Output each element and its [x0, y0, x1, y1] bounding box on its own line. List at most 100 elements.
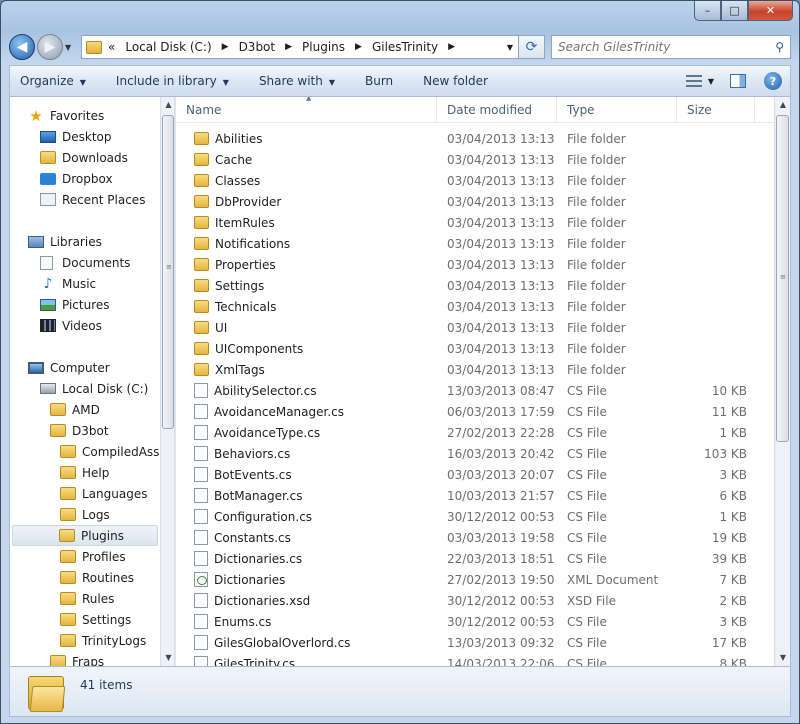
file-name: Dictionaries	[214, 572, 286, 587]
nav-routines[interactable]: Routines	[60, 567, 134, 588]
file-row[interactable]: Enums.cs 30/12/2012 00:53 CS File 3 KB	[176, 611, 774, 632]
breadcrumb-d3bot[interactable]: D3bot ▶	[239, 40, 292, 54]
back-button[interactable]: ◀	[9, 34, 35, 60]
preview-pane-icon[interactable]	[730, 74, 746, 88]
nav-favorites[interactable]: ★ Favorites	[28, 105, 104, 126]
file-row[interactable]: XmlTags 03/04/2013 13:13 File folder	[176, 359, 774, 380]
new-folder-button[interactable]: New folder	[423, 74, 488, 88]
file-row[interactable]: Abilities 03/04/2013 13:13 File folder	[176, 128, 774, 149]
nav-languages[interactable]: Languages	[60, 483, 147, 504]
search-icon[interactable]: ⚲	[775, 40, 784, 54]
nav-trinitylogs[interactable]: TrinityLogs	[60, 630, 146, 651]
file-row[interactable]: GilesTrinity.cs 14/03/2013 22:06 CS File 8 …	[176, 653, 774, 666]
scroll-down-arrow[interactable]: ▼	[161, 650, 176, 666]
nav-profiles[interactable]: Profiles	[60, 546, 126, 567]
file-row[interactable]: Notifications 03/04/2013 13:13 File folder	[176, 233, 774, 254]
nav-local-disk[interactable]: Local Disk (C:)	[40, 378, 148, 399]
column-header-size[interactable]: Size	[677, 97, 755, 123]
chevron-right-icon[interactable]: ▶	[448, 42, 455, 52]
file-row[interactable]: UIComponents 03/04/2013 13:13 File folder	[176, 338, 774, 359]
file-row[interactable]: GilesGlobalOverlord.cs 13/03/2013 09:32 CS…	[176, 632, 774, 653]
file-row[interactable]: Properties 03/04/2013 13:13 File folder	[176, 254, 774, 275]
file-row[interactable]: Technicals 03/04/2013 13:13 File folder	[176, 296, 774, 317]
include-in-library-button[interactable]: Include in library ▼	[116, 74, 229, 88]
address-dropdown[interactable]: ▼	[502, 43, 518, 52]
file-row[interactable]: BotManager.cs 10/03/2013 21:57 CS File 6 KB	[176, 485, 774, 506]
breadcrumb-gilestrinity[interactable]: GilesTrinity ▶	[372, 40, 455, 54]
nav-d3bot[interactable]: D3bot	[50, 420, 109, 441]
nav-recent-places[interactable]: Recent Places	[40, 189, 145, 210]
breadcrumb-plugins[interactable]: Plugins ▶	[302, 40, 362, 54]
recent-pages-dropdown[interactable]: ▼	[65, 43, 77, 52]
nav-fraps[interactable]: Fraps	[50, 651, 104, 666]
file-row[interactable]: Dictionaries.cs 22/03/2013 18:51 CS File 39…	[176, 548, 774, 569]
organize-button[interactable]: Organize ▼	[20, 74, 86, 88]
close-button[interactable]: ✕	[748, 1, 793, 21]
column-header-type[interactable]: Type	[557, 97, 677, 123]
nav-documents[interactable]: Documents	[40, 252, 130, 273]
scroll-down-arrow[interactable]: ▼	[775, 650, 791, 666]
nav-desktop[interactable]: Desktop	[40, 126, 112, 147]
scroll-thumb[interactable]: ≡	[162, 115, 174, 429]
chevron-right-icon[interactable]: ▶	[355, 42, 362, 52]
forward-button[interactable]: ▶	[37, 34, 63, 60]
nav-scrollbar[interactable]: ▲ ≡ ▼	[160, 97, 175, 666]
nav-pictures[interactable]: Pictures	[40, 294, 110, 315]
maximize-button[interactable]: □	[721, 1, 748, 21]
file-icon	[194, 614, 208, 629]
breadcrumb-local-disk[interactable]: Local Disk (C:) ▶	[125, 40, 228, 54]
file-row[interactable]: Settings 03/04/2013 13:13 File folder	[176, 275, 774, 296]
nav-rules[interactable]: Rules	[60, 588, 114, 609]
folder-icon	[50, 424, 66, 437]
file-row[interactable]: AvoidanceType.cs 27/02/2013 22:28 CS File 1…	[176, 422, 774, 443]
views-icon[interactable]	[685, 75, 702, 87]
file-row[interactable]: UI 03/04/2013 13:13 File folder	[176, 317, 774, 338]
file-row[interactable]: ItemRules 03/04/2013 13:13 File folder	[176, 212, 774, 233]
minimize-button[interactable]: –	[694, 1, 721, 21]
file-row[interactable]: Cache 03/04/2013 13:13 File folder	[176, 149, 774, 170]
scroll-up-arrow[interactable]: ▲	[161, 97, 176, 113]
file-row[interactable]: BotEvents.cs 03/03/2013 20:07 CS File 3 KB	[176, 464, 774, 485]
share-with-button[interactable]: Share with ▼	[259, 74, 335, 88]
nav-compiledass[interactable]: CompiledAss	[60, 441, 159, 462]
file-row[interactable]: DbProvider 03/04/2013 13:13 File folder	[176, 191, 774, 212]
nav-downloads[interactable]: Downloads	[40, 147, 128, 168]
scroll-thumb[interactable]: ≡	[776, 115, 789, 442]
file-row[interactable]: Behaviors.cs 16/03/2013 20:42 CS File 103 K…	[176, 443, 774, 464]
file-row[interactable]: AvoidanceManager.cs 06/03/2013 17:59 CS Fi…	[176, 401, 774, 422]
column-header-date[interactable]: Date modified	[437, 97, 557, 123]
file-date: 03/04/2013 13:13	[447, 194, 555, 209]
file-row[interactable]: Classes 03/04/2013 13:13 File folder	[176, 170, 774, 191]
column-header-name[interactable]: ▲ Name	[176, 97, 437, 123]
nav-help[interactable]: Help	[60, 462, 109, 483]
file-row[interactable]: AbilitySelector.cs 13/03/2013 08:47 CS Fil…	[176, 380, 774, 401]
file-row[interactable]: Constants.cs 03/03/2013 19:58 CS File 19 KB	[176, 527, 774, 548]
help-icon[interactable]: ?	[764, 72, 782, 90]
file-row[interactable]: Dictionaries.xsd 30/12/2012 00:53 XSD File…	[176, 590, 774, 611]
views-dropdown[interactable]: ▼	[708, 77, 714, 86]
scroll-up-arrow[interactable]: ▲	[775, 97, 791, 113]
file-row[interactable]: Configuration.cs 30/12/2012 00:53 CS File 1…	[176, 506, 774, 527]
burn-button[interactable]: Burn	[365, 74, 393, 88]
nav-amd[interactable]: AMD	[50, 399, 100, 420]
chevron-down-icon: ▼	[222, 78, 229, 87]
nav-plugins[interactable]: Plugins	[12, 525, 158, 546]
chevron-right-icon[interactable]: ▶	[285, 42, 292, 52]
nav-libraries[interactable]: Libraries	[28, 231, 102, 252]
nav-settings[interactable]: Settings	[60, 609, 131, 630]
address-bar[interactable]: « Local Disk (C:) ▶ D3bot ▶ Plugins ▶ Giles…	[81, 35, 519, 59]
search-input[interactable]	[558, 40, 776, 54]
file-row[interactable]: Dictionaries 27/02/2013 19:50 XML Document…	[176, 569, 774, 590]
nav-music[interactable]: ♪ Music	[40, 273, 97, 294]
chevron-right-icon[interactable]: ▶	[222, 42, 229, 52]
nav-dropbox[interactable]: Dropbox	[40, 168, 113, 189]
xml-icon	[194, 572, 208, 587]
nav-computer[interactable]: Computer	[28, 357, 110, 378]
nav-logs[interactable]: Logs	[60, 504, 110, 525]
nav-videos[interactable]: Videos	[40, 315, 102, 336]
breadcrumb-overflow[interactable]: «	[108, 40, 115, 54]
file-name-cell: Dictionaries.xsd	[176, 593, 437, 608]
file-scrollbar[interactable]: ▲ ≡ ▼	[774, 97, 790, 666]
overflow-label: «	[108, 40, 116, 54]
refresh-button[interactable]: ⟳	[519, 35, 545, 59]
